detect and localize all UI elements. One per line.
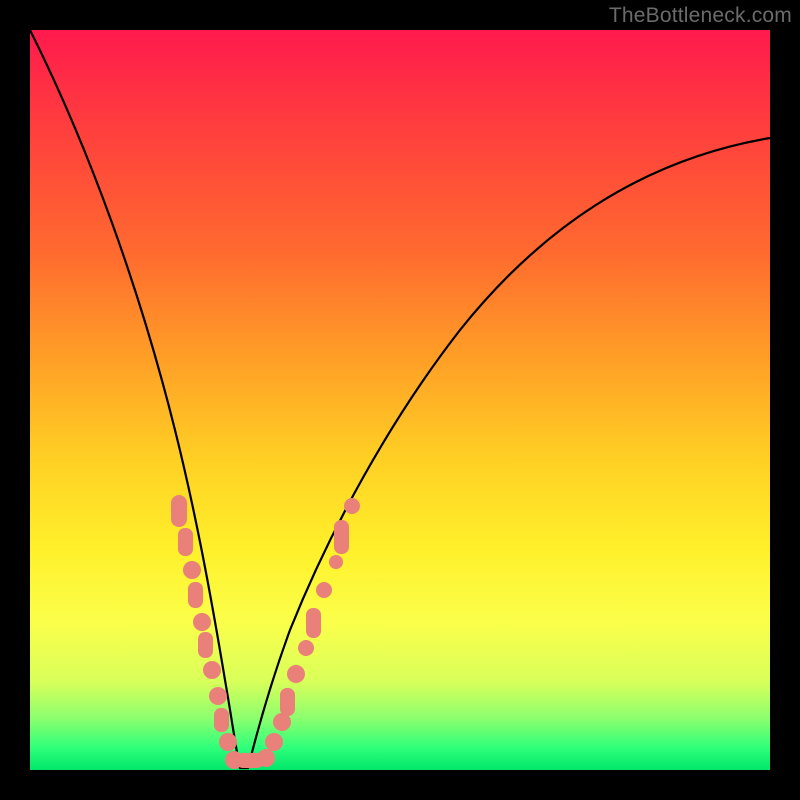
chart-frame: TheBottleneck.com [0,0,800,800]
marker-dot [183,561,201,579]
marker-dot [280,688,295,716]
marker-dot [344,498,360,514]
marker-dot [188,582,203,608]
marker-dot [257,749,275,767]
marker-dot [287,665,305,683]
marker-dot [219,733,237,751]
marker-dot [171,495,187,527]
marker-dot [265,733,283,751]
marker-dot [316,582,332,598]
marker-dot [214,708,229,732]
watermark-text: TheBottleneck.com [609,4,792,28]
marker-dot [178,528,193,556]
marker-dot [193,613,211,631]
marker-dot [203,661,221,679]
marker-dot [306,608,321,638]
marker-dot [198,632,213,658]
marker-dot [329,555,343,569]
marker-dot [298,640,314,656]
marker-dot [209,687,227,705]
plot-area [30,30,770,770]
bottleneck-curve-path [30,30,770,768]
marker-dot [334,520,349,554]
bottleneck-curve-svg [30,30,770,770]
